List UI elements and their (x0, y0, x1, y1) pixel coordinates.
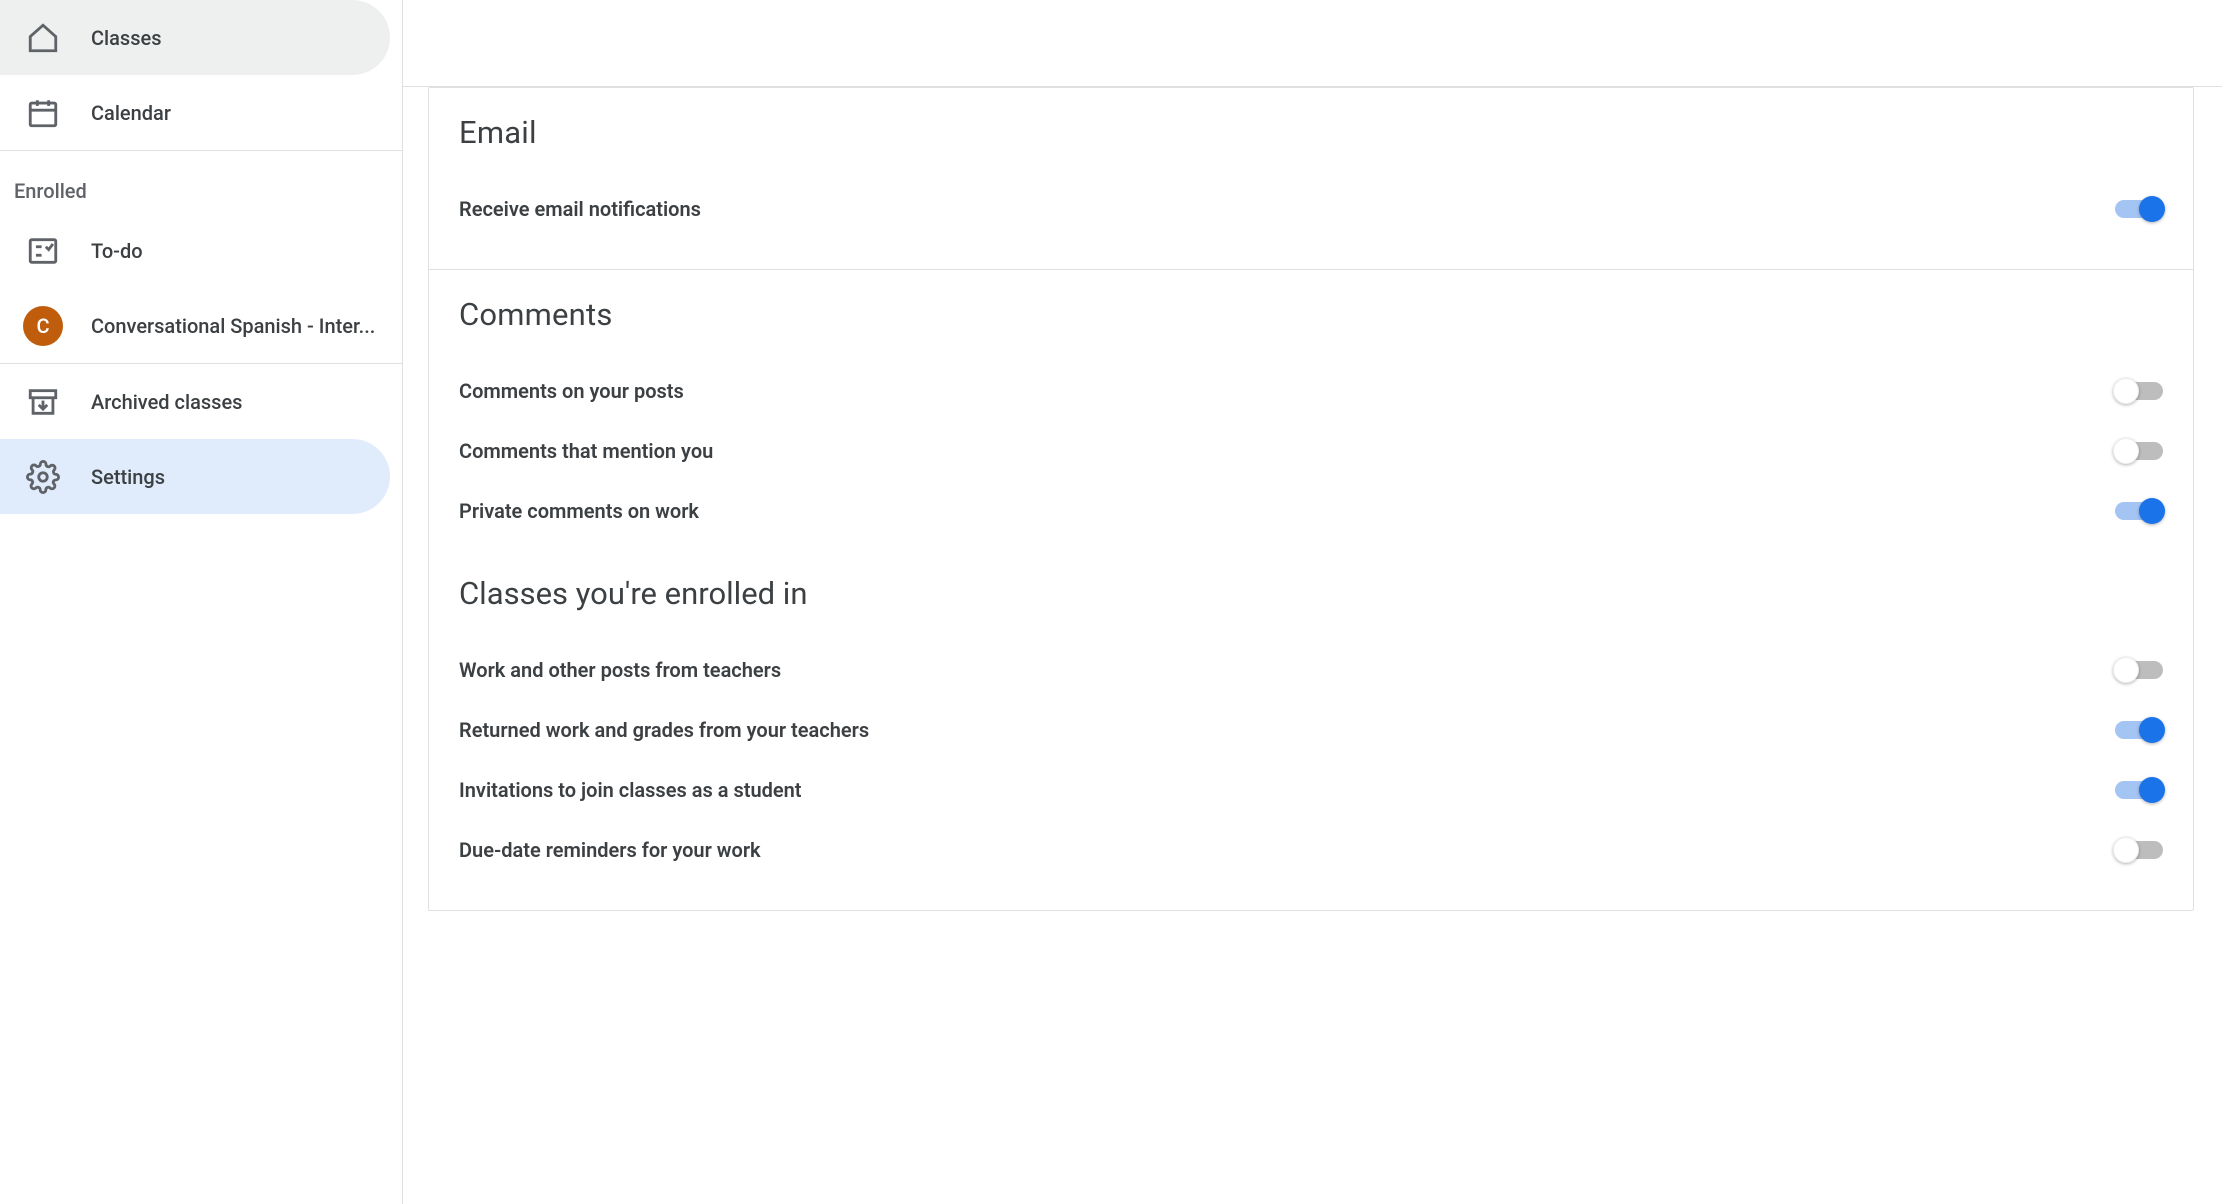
sidebar: Classes Calendar Enrolled To-do C Conver… (0, 0, 403, 1204)
gear-icon (26, 460, 60, 494)
content-scroll[interactable]: Email Receive email notifications Commen… (403, 87, 2222, 1204)
setting-label: Returned work and grades from your teach… (459, 718, 869, 742)
setting-label: Due-date reminders for your work (459, 838, 761, 862)
row-comments-mention: Comments that mention you (459, 421, 2163, 481)
row-enrolled-work: Work and other posts from teachers (459, 640, 2163, 700)
home-icon (26, 21, 60, 55)
setting-label: Private comments on work (459, 499, 699, 523)
setting-label: Work and other posts from teachers (459, 658, 781, 682)
sidebar-item-label: Conversational Spanish - Inter... (91, 314, 387, 338)
toggle-comments-posts[interactable] (2115, 382, 2163, 400)
setting-label: Receive email notifications (459, 197, 701, 221)
toggle-receive-email[interactable] (2115, 200, 2163, 218)
row-receive-email: Receive email notifications (459, 179, 2163, 239)
toggle-enrolled-returned[interactable] (2115, 721, 2163, 739)
todo-icon (26, 234, 60, 268)
sidebar-item-label: Settings (91, 465, 177, 489)
toggle-enrolled-duedate[interactable] (2115, 841, 2163, 859)
archive-icon (26, 385, 60, 419)
section-comments: Comments Comments on your posts Comments… (429, 270, 2193, 910)
section-title-comments: Comments (459, 296, 2163, 333)
row-comments-posts: Comments on your posts (459, 361, 2163, 421)
section-email: Email Receive email notifications (429, 88, 2193, 270)
settings-card: Email Receive email notifications Commen… (428, 87, 2194, 911)
setting-label: Comments on your posts (459, 379, 684, 403)
row-enrolled-returned: Returned work and grades from your teach… (459, 700, 2163, 760)
setting-label: Comments that mention you (459, 439, 713, 463)
toggle-enrolled-invites[interactable] (2115, 781, 2163, 799)
sidebar-item-calendar[interactable]: Calendar (0, 75, 390, 150)
section-title-enrolled: Classes you're enrolled in (459, 575, 2163, 612)
sidebar-item-label: Calendar (91, 101, 183, 125)
sidebar-item-class[interactable]: C Conversational Spanish - Inter... (0, 288, 390, 363)
setting-label: Invitations to join classes as a student (459, 778, 802, 802)
main-content: Email Receive email notifications Commen… (403, 0, 2222, 1204)
class-avatar: C (23, 306, 63, 346)
sidebar-item-settings[interactable]: Settings (0, 439, 390, 514)
sidebar-item-label: Classes (91, 26, 174, 50)
row-enrolled-duedate: Due-date reminders for your work (459, 820, 2163, 880)
sidebar-item-label: Archived classes (91, 390, 254, 414)
calendar-icon (26, 96, 60, 130)
toggle-enrolled-work[interactable] (2115, 661, 2163, 679)
sidebar-section-enrolled: Enrolled (0, 151, 402, 213)
toggle-comments-private[interactable] (2115, 502, 2163, 520)
row-comments-private: Private comments on work (459, 481, 2163, 541)
toggle-comments-mention[interactable] (2115, 442, 2163, 460)
sidebar-item-label: To-do (91, 239, 155, 263)
sidebar-item-classes[interactable]: Classes (0, 0, 390, 75)
section-title-email: Email (459, 114, 2163, 151)
topbar (403, 0, 2222, 86)
row-enrolled-invites: Invitations to join classes as a student (459, 760, 2163, 820)
sidebar-item-todo[interactable]: To-do (0, 213, 390, 288)
sidebar-item-archived[interactable]: Archived classes (0, 364, 390, 439)
